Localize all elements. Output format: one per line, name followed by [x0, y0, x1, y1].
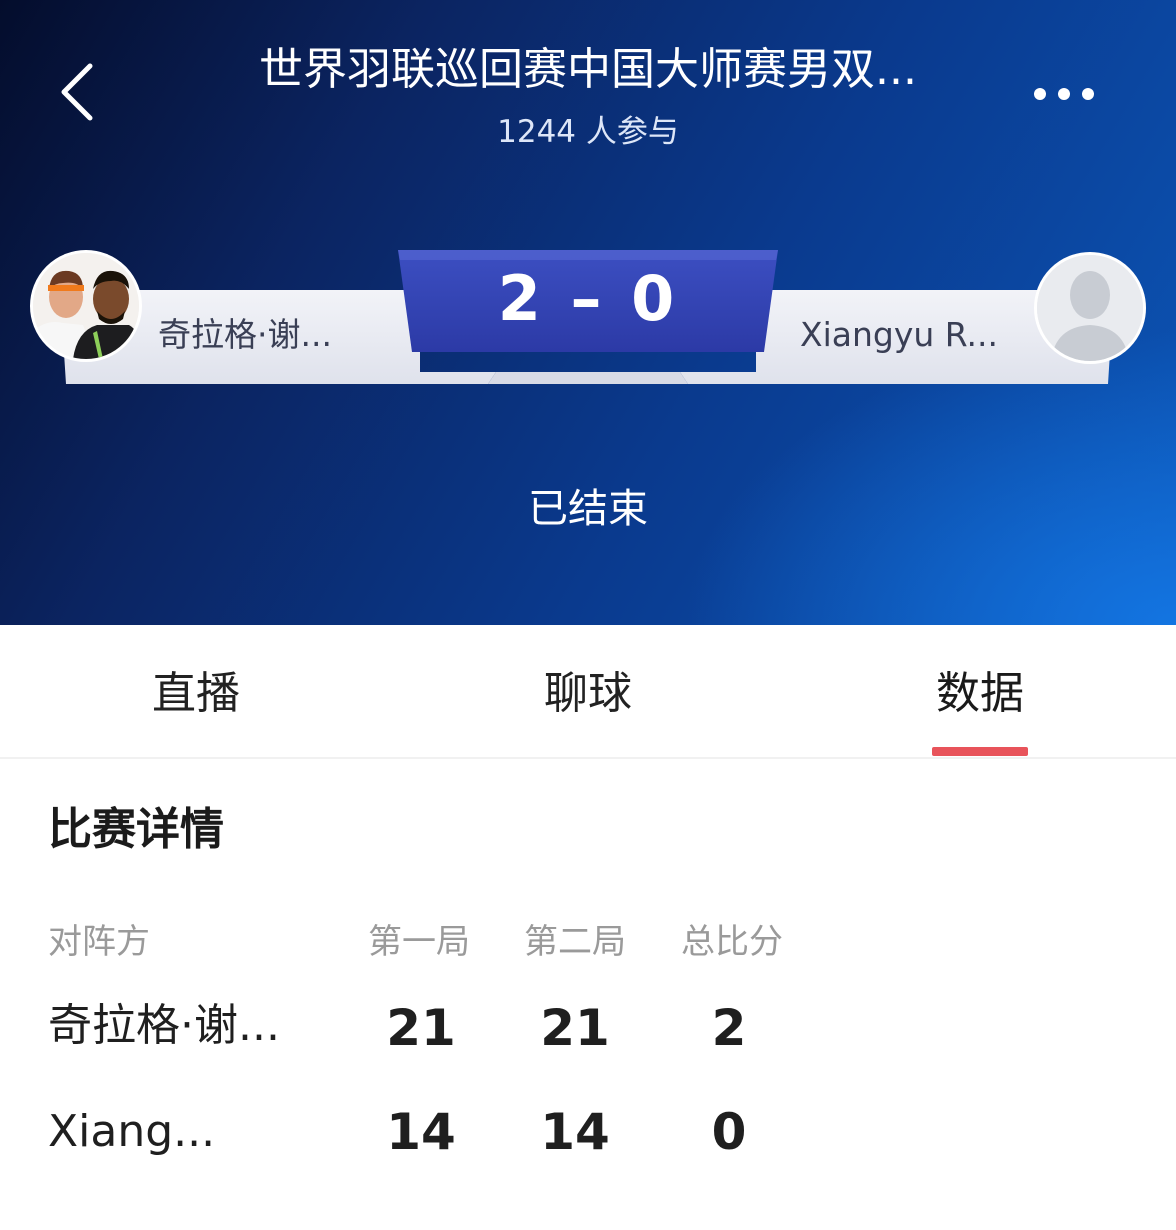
tab-bar: 直播 聊球 数据 [0, 625, 1176, 759]
team-right-avatar [1034, 252, 1146, 364]
row-game2-score: 14 [540, 1103, 610, 1161]
team-right-name: Xiangyu R... [800, 315, 999, 354]
match-status: 已结束 [528, 486, 648, 532]
back-button[interactable] [56, 62, 100, 122]
row-team-name: Xiang... [48, 1106, 216, 1157]
row-game1-score: 21 [386, 999, 456, 1057]
match-title: 世界羽联巡回赛中国大师赛男双... [259, 44, 917, 95]
column-header-total: 总比分 [681, 922, 783, 962]
participant-count: 1244 人参与 [497, 114, 679, 150]
tab-chat[interactable]: 聊球 [478, 659, 698, 729]
score-panel-bg [488, 372, 688, 384]
tab-data[interactable]: 数据 [870, 659, 1090, 729]
team-left-name: 奇拉格·谢... [158, 315, 332, 354]
row-team-name: 奇拉格·谢... [48, 1000, 280, 1051]
chevron-left-icon [61, 63, 93, 121]
tab-live[interactable]: 直播 [86, 659, 306, 729]
section-title: 比赛详情 [48, 804, 224, 855]
row-game1-score: 14 [386, 1103, 456, 1161]
match-header: 世界羽联巡回赛中国大师赛男双... 1244 人参与 奇拉格·谢... 2 – … [0, 0, 1176, 625]
row-total-score: 0 [711, 1103, 747, 1161]
match-score: 2 – 0 [497, 262, 679, 335]
team-left-avatar [30, 250, 142, 362]
column-header-game2: 第二局 [524, 922, 626, 962]
column-header-opponents: 对阵方 [48, 922, 150, 962]
row-game2-score: 21 [540, 999, 610, 1057]
more-button[interactable] [1028, 80, 1100, 108]
players-photo [33, 253, 139, 359]
more-horizontal-icon [1034, 88, 1094, 100]
column-header-game1: 第一局 [368, 922, 470, 962]
row-total-score: 2 [711, 999, 747, 1057]
active-tab-indicator [932, 747, 1028, 756]
default-avatar-icon [1037, 255, 1143, 361]
